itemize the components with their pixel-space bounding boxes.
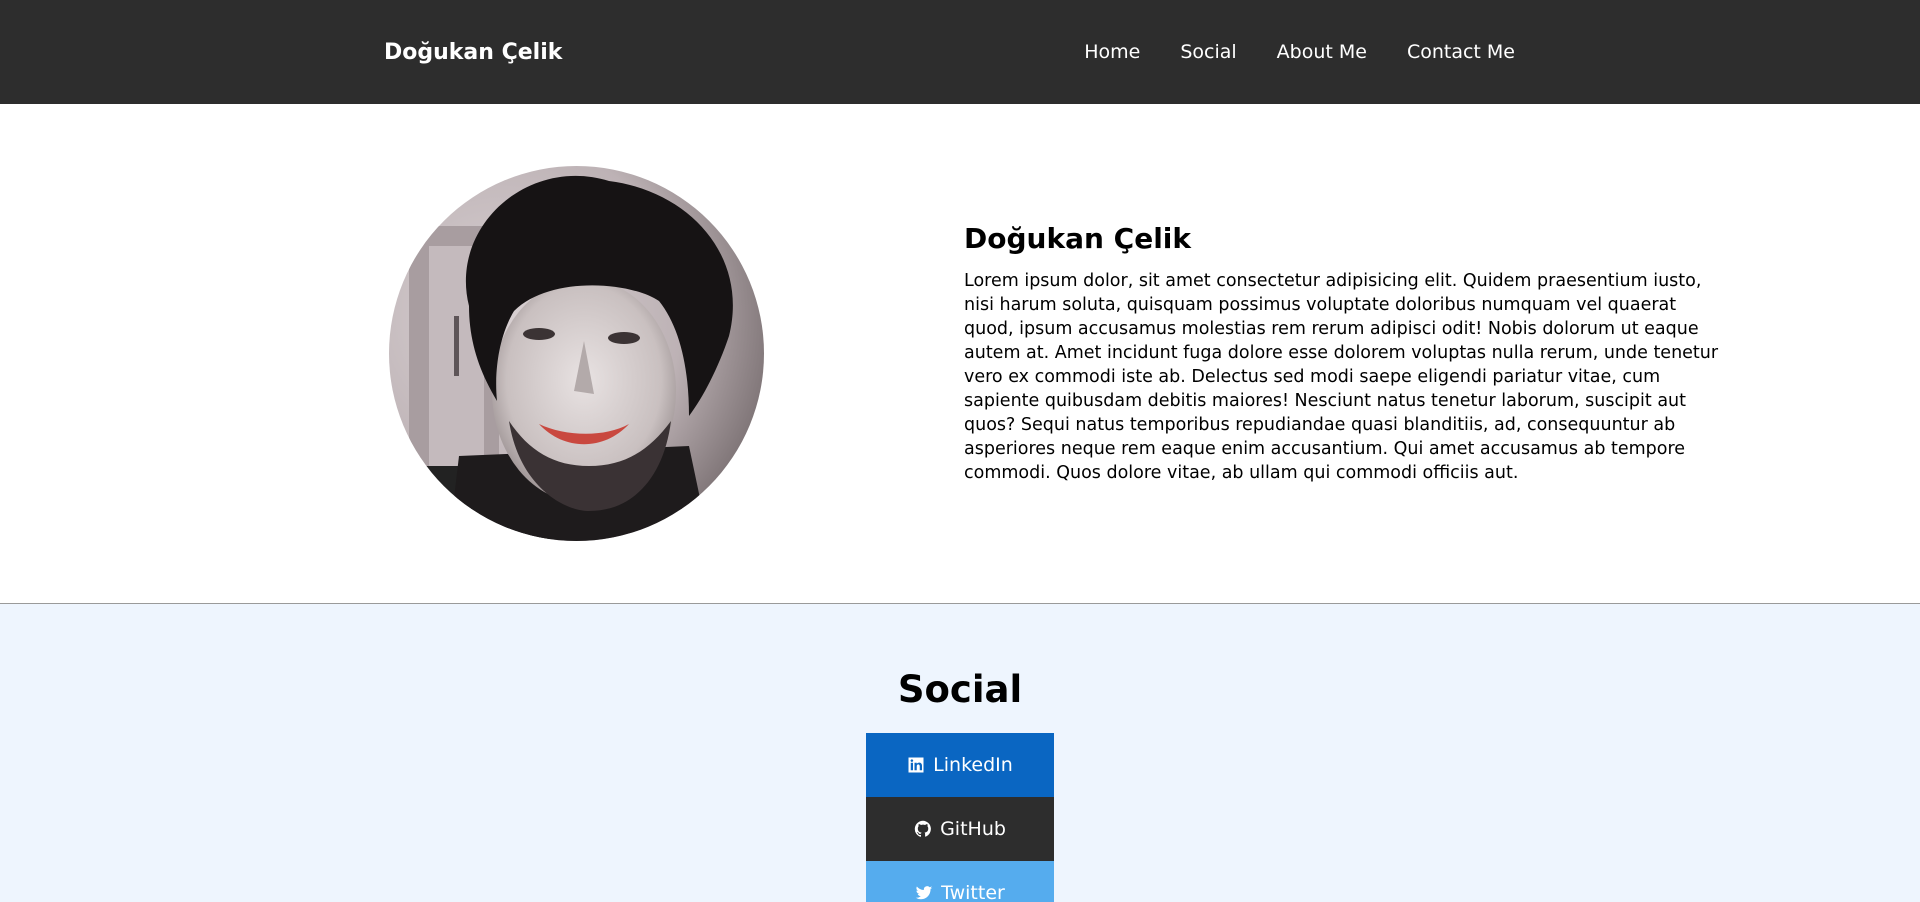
nav-home[interactable]: Home	[1084, 41, 1140, 63]
twitter-icon	[915, 886, 933, 900]
nav-contact-me[interactable]: Contact Me	[1407, 41, 1515, 63]
nav-links: Home Social About Me Contact Me	[1084, 41, 1515, 63]
github-label: GitHub	[940, 818, 1006, 840]
brand-logo[interactable]: Doğukan Çelik	[384, 40, 562, 65]
social-links: LinkedIn GitHub Twitter	[0, 733, 1920, 902]
github-button[interactable]: GitHub	[866, 797, 1054, 861]
navbar: Doğukan Çelik Home Social About Me Conta…	[0, 0, 1920, 104]
social-title: Social	[897, 668, 1023, 711]
about-name: Doğukan Çelik	[964, 222, 1192, 255]
twitter-button[interactable]: Twitter	[866, 861, 1054, 902]
avatar	[389, 166, 764, 541]
linkedin-label: LinkedIn	[933, 754, 1013, 776]
linkedin-icon	[908, 757, 924, 773]
twitter-label: Twitter	[941, 882, 1005, 902]
profile-photo-icon	[389, 166, 764, 541]
linkedin-button[interactable]: LinkedIn	[866, 733, 1054, 797]
about-section: Doğukan Çelik Lorem ipsum dolor, sit ame…	[0, 104, 1920, 604]
nav-social[interactable]: Social	[1180, 41, 1236, 63]
github-icon	[914, 820, 931, 837]
social-section: Social LinkedIn GitHub Twitter	[0, 604, 1920, 902]
about-text: Doğukan Çelik Lorem ipsum dolor, sit ame…	[964, 222, 1729, 485]
nav-about-me[interactable]: About Me	[1277, 41, 1367, 63]
about-description: Lorem ipsum dolor, sit amet consectetur …	[964, 271, 1719, 483]
